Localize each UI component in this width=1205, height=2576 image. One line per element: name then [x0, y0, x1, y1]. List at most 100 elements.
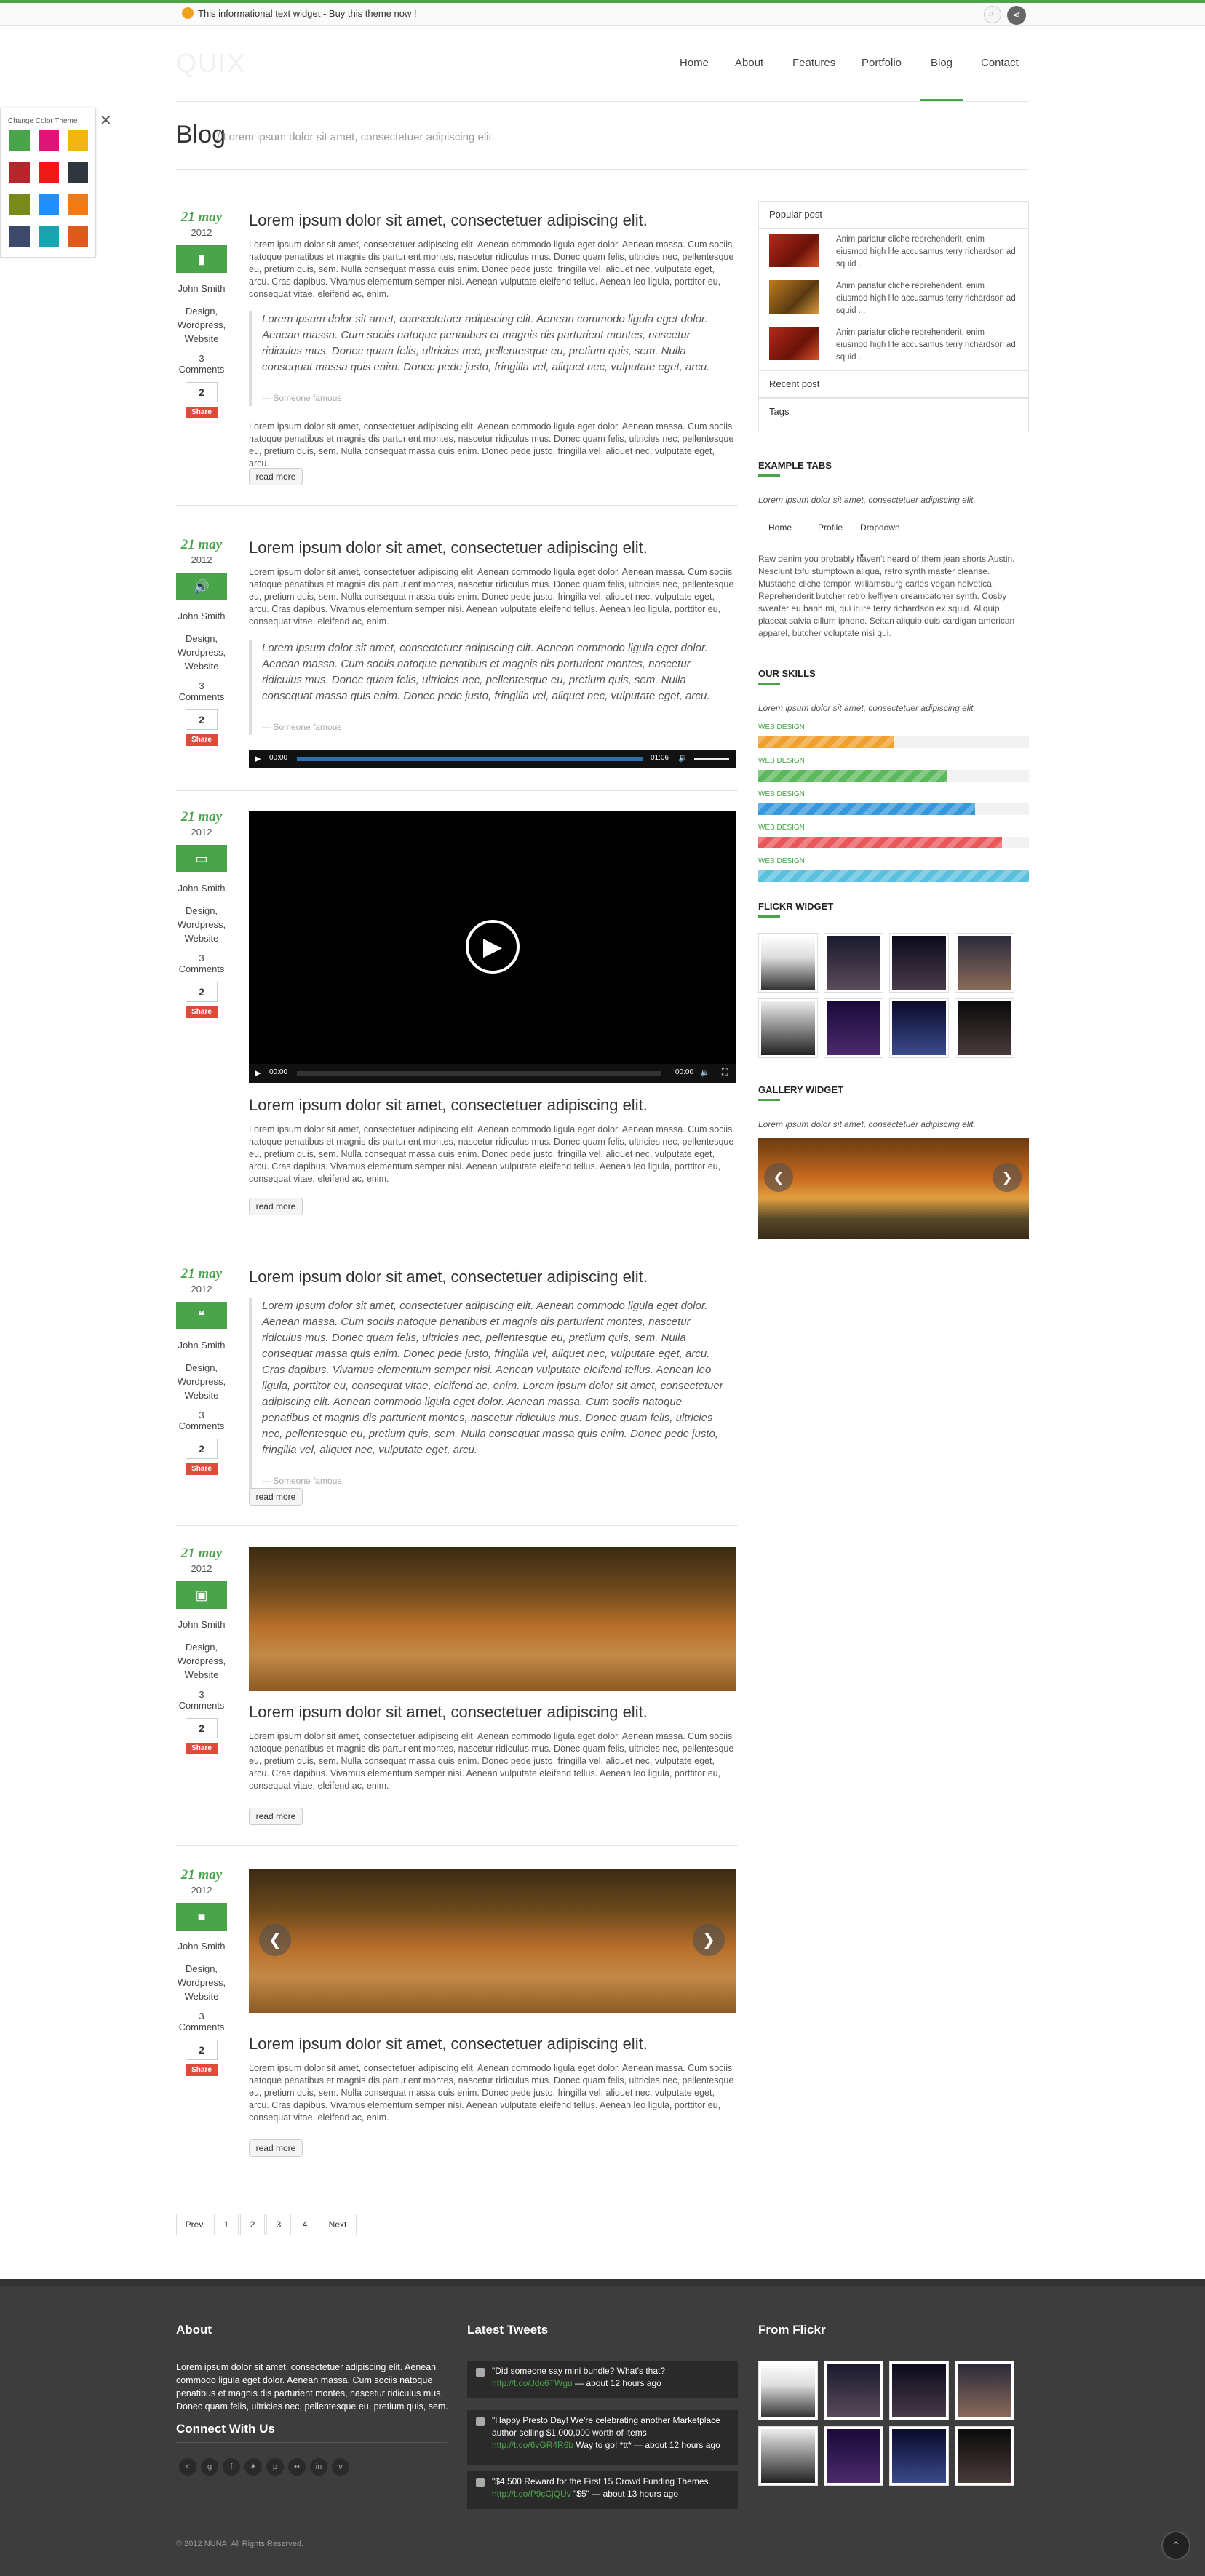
color-swatch[interactable]: [39, 226, 59, 247]
post-author[interactable]: John Smith: [176, 883, 227, 894]
post-comments[interactable]: 3 Comments: [176, 953, 227, 974]
tab-profile[interactable]: Profile: [811, 514, 850, 541]
color-swatch[interactable]: [39, 194, 59, 215]
color-swatch[interactable]: [68, 162, 88, 183]
post-author[interactable]: John Smith: [176, 611, 227, 621]
share-button[interactable]: Share: [186, 1006, 218, 1018]
flickr-thumbnail[interactable]: [758, 2361, 818, 2420]
read-more-button[interactable]: read more: [249, 1808, 303, 1825]
back-to-top-button[interactable]: ⌃: [1161, 2531, 1190, 2560]
read-more-button[interactable]: read more: [249, 2139, 303, 2157]
site-logo[interactable]: QUIX: [176, 48, 246, 79]
volume-icon[interactable]: 🔉: [700, 1068, 710, 1077]
color-swatch[interactable]: [68, 226, 88, 247]
flickr-thumbnail[interactable]: [824, 933, 883, 993]
flickr-thumbnail[interactable]: [955, 933, 1014, 993]
fullscreen-icon[interactable]: ⛶: [722, 1067, 728, 1078]
flickr-thumbnail[interactable]: [889, 2426, 949, 2486]
vimeo-icon[interactable]: v: [332, 2458, 349, 2476]
post-title[interactable]: Lorem ipsum dolor sit amet, consectetuer…: [249, 1703, 648, 1722]
post-title[interactable]: Lorem ipsum dolor sit amet, consectetuer…: [249, 211, 648, 230]
post-comments[interactable]: 3 Comments: [176, 1410, 227, 1431]
color-swatch[interactable]: [39, 130, 59, 151]
share-button[interactable]: Share: [186, 1463, 218, 1475]
color-swatch[interactable]: [9, 226, 30, 247]
nav-contact[interactable]: Contact: [981, 57, 1019, 69]
nav-portfolio[interactable]: Portfolio: [862, 57, 902, 69]
flickr-thumbnail[interactable]: [889, 2361, 949, 2420]
audio-progress[interactable]: [297, 757, 643, 761]
tab-home[interactable]: Home: [760, 514, 800, 541]
close-icon[interactable]: ✕: [100, 111, 112, 130]
video-progress[interactable]: [297, 1071, 661, 1076]
share-button[interactable]: Share: [186, 734, 218, 746]
dribbble-icon[interactable]: ✶: [244, 2458, 262, 2476]
slider-next-button[interactable]: ❯: [693, 1924, 725, 1956]
flickr-thumbnail[interactable]: [889, 998, 949, 1058]
post-author[interactable]: John Smith: [176, 1619, 227, 1630]
nav-home[interactable]: Home: [680, 57, 709, 69]
pagination-prev[interactable]: Prev: [176, 2214, 212, 2235]
post-title[interactable]: Lorem ipsum dolor sit amet, consectetuer…: [249, 1268, 648, 1287]
nav-blog[interactable]: Blog: [931, 57, 953, 69]
post-author[interactable]: John Smith: [176, 283, 227, 294]
pagination-page[interactable]: 1: [214, 2214, 239, 2235]
flickr-thumbnail[interactable]: [758, 2426, 818, 2486]
tab-popular-post[interactable]: Popular post: [759, 202, 1028, 229]
share-button[interactable]: Share: [186, 2064, 218, 2076]
google-plus-icon[interactable]: g: [201, 2458, 218, 2476]
post-title[interactable]: Lorem ipsum dolor sit amet, consectetuer…: [249, 538, 648, 557]
flickr-thumbnail[interactable]: [824, 2361, 883, 2420]
post-categories[interactable]: Design, Wordpress, Website: [176, 904, 227, 945]
post-categories[interactable]: Design, Wordpress, Website: [176, 1361, 227, 1402]
color-swatch[interactable]: [68, 194, 88, 215]
read-more-button[interactable]: read more: [249, 1198, 303, 1215]
flickr-thumbnail[interactable]: [824, 2426, 883, 2486]
pagination-page[interactable]: 3: [266, 2214, 291, 2235]
flickr-thumbnail[interactable]: [824, 998, 883, 1058]
tweet-link[interactable]: http://t.co/P9cCjQUv: [492, 2489, 571, 2499]
post-categories[interactable]: Design, Wordpress, Website: [176, 304, 227, 346]
read-more-button[interactable]: read more: [249, 1488, 303, 1506]
flickr-thumbnail[interactable]: [955, 2426, 1014, 2486]
play-icon[interactable]: ▶: [255, 754, 261, 763]
post-comments[interactable]: 3 Comments: [176, 1689, 227, 1711]
play-button[interactable]: ▶: [466, 920, 520, 974]
post-categories[interactable]: Design, Wordpress, Website: [176, 632, 227, 673]
post-categories[interactable]: Design, Wordpress, Website: [176, 1640, 227, 1682]
nav-features[interactable]: Features: [792, 57, 835, 69]
post-author[interactable]: John Smith: [176, 1340, 227, 1351]
pagination-page[interactable]: 2: [240, 2214, 265, 2235]
popular-item[interactable]: Anim pariatur cliche reprehenderit, enim…: [759, 229, 1028, 276]
post-categories[interactable]: Design, Wordpress, Website: [176, 1962, 227, 2003]
volume-icon[interactable]: 🔉: [678, 753, 688, 763]
pagination-page[interactable]: 4: [293, 2214, 317, 2235]
gallery-next-button[interactable]: ❯: [993, 1163, 1022, 1192]
flickr-icon[interactable]: ••: [288, 2458, 306, 2476]
tab-dropdown[interactable]: Dropdown ▾: [860, 514, 905, 560]
gallery-icon[interactable]: ■: [176, 1903, 227, 1931]
image-icon[interactable]: ▣: [176, 1581, 227, 1609]
video-icon[interactable]: ▭: [176, 845, 227, 872]
document-icon[interactable]: ▮: [176, 245, 227, 273]
volume-slider[interactable]: [694, 758, 729, 760]
popular-item[interactable]: Anim pariatur cliche reprehenderit, enim…: [759, 322, 1028, 370]
post-comments[interactable]: 3 Comments: [176, 353, 227, 375]
flickr-thumbnail[interactable]: [955, 998, 1014, 1058]
audio-icon[interactable]: 🔊: [176, 573, 227, 600]
read-more-button[interactable]: read more: [249, 468, 303, 485]
color-swatch[interactable]: [9, 194, 30, 215]
post-comments[interactable]: 3 Comments: [176, 680, 227, 702]
linkedin-icon[interactable]: in: [310, 2458, 327, 2476]
search-button[interactable]: ⌕: [984, 6, 1001, 23]
flickr-thumbnail[interactable]: [758, 998, 818, 1058]
post-title[interactable]: Lorem ipsum dolor sit amet, consectetuer…: [249, 1096, 648, 1115]
play-icon[interactable]: ▶: [255, 1068, 261, 1078]
tweet-link[interactable]: http://t.co/Jdo6TWgu: [492, 2378, 573, 2388]
share-icon[interactable]: <: [179, 2458, 196, 2476]
color-swatch[interactable]: [9, 162, 30, 183]
nav-about[interactable]: About: [735, 57, 763, 69]
flickr-thumbnail[interactable]: [758, 933, 818, 993]
color-swatch[interactable]: [9, 130, 30, 151]
share-button[interactable]: Share: [186, 407, 218, 418]
